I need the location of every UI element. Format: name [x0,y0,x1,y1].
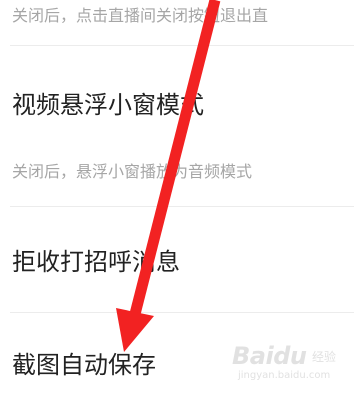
setting-description: 关闭后，悬浮小窗播放为音频模式 [12,162,253,181]
watermark-logo: Baidu [232,342,307,370]
baidu-jingyan-watermark: Baidu 经验 jingyan.baidu.com [232,340,352,386]
watermark-url: jingyan.baidu.com [238,370,331,381]
setting-title: 视频悬浮小窗模式 [12,91,204,119]
divider [10,312,354,313]
divider [10,45,354,46]
setting-title: 拒收打招呼消息 [12,248,180,276]
settings-list: 关闭后，点击直播间关闭按钮退出直 视频悬浮小窗模式 关闭后，悬浮小窗播放为音频模… [0,0,354,394]
watermark-sub: 经验 [312,350,337,364]
divider [10,206,354,207]
setting-description: 关闭后，点击直播间关闭按钮退出直 [12,6,269,25]
setting-title: 截图自动保存 [12,351,156,379]
